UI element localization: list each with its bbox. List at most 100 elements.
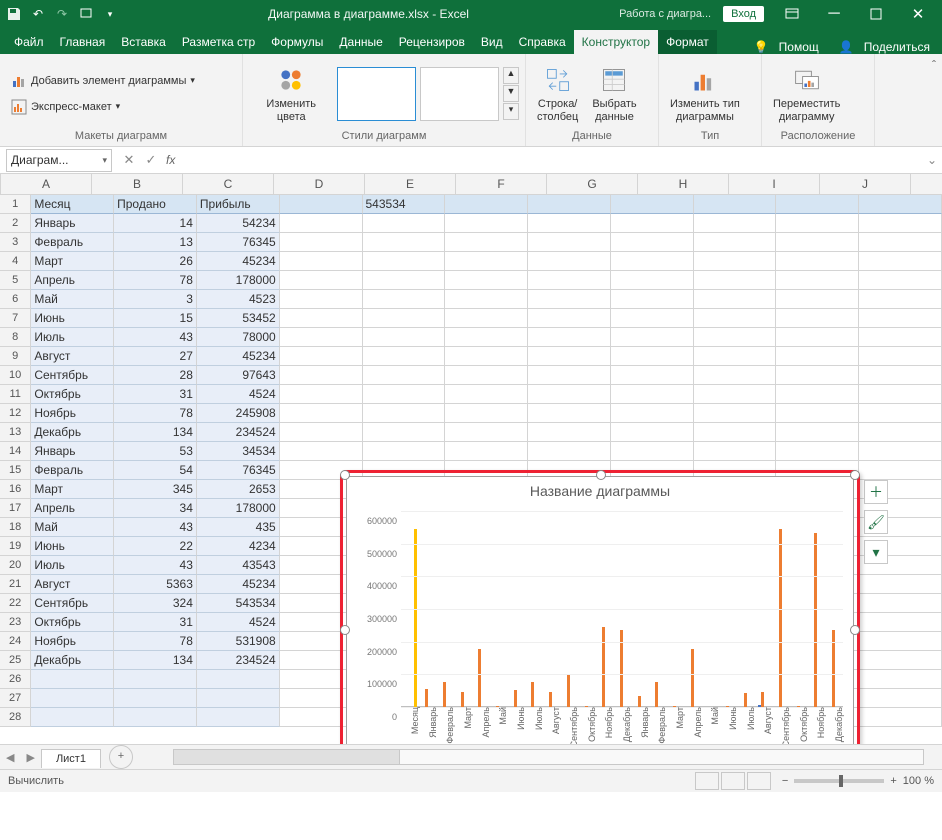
cell[interactable] bbox=[445, 442, 528, 461]
cell[interactable] bbox=[859, 423, 942, 442]
cell[interactable] bbox=[694, 347, 777, 366]
cell[interactable]: 53452 bbox=[197, 309, 280, 328]
cell[interactable] bbox=[694, 290, 777, 309]
cell[interactable]: Декабрь bbox=[31, 423, 114, 442]
cell[interactable]: 78000 bbox=[197, 328, 280, 347]
zoom-in-button[interactable]: + bbox=[890, 775, 896, 787]
cell[interactable]: Ноябрь bbox=[31, 632, 114, 651]
cell[interactable] bbox=[859, 613, 942, 632]
cell[interactable] bbox=[114, 689, 197, 708]
cell[interactable] bbox=[859, 708, 942, 727]
cell[interactable] bbox=[445, 271, 528, 290]
cell[interactable] bbox=[859, 366, 942, 385]
redo-icon[interactable]: ↷ bbox=[54, 6, 70, 22]
zoom-slider[interactable] bbox=[794, 779, 884, 783]
cell[interactable] bbox=[776, 290, 859, 309]
cell[interactable] bbox=[694, 328, 777, 347]
column-header[interactable]: B bbox=[92, 174, 183, 194]
cell[interactable]: 76345 bbox=[197, 233, 280, 252]
zoom-level[interactable]: 100 % bbox=[903, 775, 934, 787]
cell[interactable]: Июль bbox=[31, 556, 114, 575]
cell[interactable] bbox=[694, 423, 777, 442]
cell[interactable] bbox=[694, 233, 777, 252]
tell-me-label[interactable]: Помощ bbox=[779, 40, 819, 54]
gallery-more-icon[interactable]: ▾ bbox=[503, 103, 519, 120]
cell[interactable] bbox=[694, 214, 777, 233]
cell[interactable] bbox=[611, 385, 694, 404]
bar[interactable] bbox=[602, 627, 605, 707]
cell[interactable] bbox=[859, 651, 942, 670]
cell[interactable] bbox=[776, 385, 859, 404]
cell[interactable]: Февраль bbox=[31, 461, 114, 480]
chart-title[interactable]: Название диаграммы bbox=[347, 483, 853, 499]
cell[interactable]: Август bbox=[31, 347, 114, 366]
cell[interactable]: 26 bbox=[114, 252, 197, 271]
cell[interactable] bbox=[859, 632, 942, 651]
row-header[interactable]: 27 bbox=[0, 689, 31, 708]
cell[interactable]: 14 bbox=[114, 214, 197, 233]
cancel-formula-icon[interactable]: ✕ bbox=[118, 152, 140, 168]
cell[interactable]: 76345 bbox=[197, 461, 280, 480]
cell[interactable]: 78 bbox=[114, 632, 197, 651]
cell[interactable] bbox=[363, 328, 446, 347]
row-header[interactable]: 10 bbox=[0, 366, 31, 385]
cell[interactable] bbox=[859, 328, 942, 347]
cell[interactable] bbox=[859, 385, 942, 404]
cell[interactable] bbox=[528, 328, 611, 347]
select-data-button[interactable]: Выбрать данные bbox=[587, 61, 641, 125]
maximize-button[interactable] bbox=[858, 1, 894, 27]
row-header[interactable]: 21 bbox=[0, 575, 31, 594]
cell[interactable] bbox=[280, 195, 363, 214]
cell[interactable]: 234524 bbox=[197, 651, 280, 670]
column-header[interactable]: G bbox=[547, 174, 638, 194]
cell[interactable] bbox=[859, 575, 942, 594]
cell[interactable]: 22 bbox=[114, 537, 197, 556]
cell[interactable] bbox=[445, 328, 528, 347]
cell[interactable] bbox=[363, 309, 446, 328]
cell[interactable] bbox=[280, 271, 363, 290]
tab-insert[interactable]: Вставка bbox=[113, 30, 174, 54]
cell[interactable]: 97643 bbox=[197, 366, 280, 385]
cell[interactable] bbox=[528, 442, 611, 461]
cell[interactable] bbox=[363, 271, 446, 290]
cell[interactable] bbox=[776, 214, 859, 233]
cell[interactable] bbox=[363, 347, 446, 366]
cell[interactable] bbox=[859, 442, 942, 461]
cell[interactable] bbox=[611, 404, 694, 423]
row-header[interactable]: 20 bbox=[0, 556, 31, 575]
cell[interactable] bbox=[363, 252, 446, 271]
bar[interactable] bbox=[443, 682, 446, 707]
cell[interactable] bbox=[694, 404, 777, 423]
cell[interactable]: 345 bbox=[114, 480, 197, 499]
undo-icon[interactable]: ↶ bbox=[30, 6, 46, 22]
cell[interactable] bbox=[445, 195, 528, 214]
cell[interactable] bbox=[776, 233, 859, 252]
cell[interactable] bbox=[611, 252, 694, 271]
expand-formula-bar-icon[interactable]: ⌄ bbox=[922, 153, 942, 167]
cell[interactable]: 31 bbox=[114, 613, 197, 632]
cell[interactable] bbox=[694, 195, 777, 214]
cell[interactable]: 134 bbox=[114, 651, 197, 670]
cell[interactable]: 34534 bbox=[197, 442, 280, 461]
resize-handle-e[interactable] bbox=[850, 625, 860, 635]
cell[interactable]: 54 bbox=[114, 461, 197, 480]
add-chart-element-button[interactable]: Добавить элемент диаграммы▾ bbox=[6, 70, 200, 92]
view-page-layout-icon[interactable] bbox=[721, 772, 745, 790]
row-header[interactable]: 11 bbox=[0, 385, 31, 404]
row-header[interactable]: 3 bbox=[0, 233, 31, 252]
tab-review[interactable]: Рецензиров bbox=[391, 30, 473, 54]
cell[interactable] bbox=[859, 195, 942, 214]
row-header[interactable]: 5 bbox=[0, 271, 31, 290]
cell[interactable] bbox=[197, 689, 280, 708]
cell[interactable]: 3 bbox=[114, 290, 197, 309]
cell[interactable]: Декабрь bbox=[31, 651, 114, 670]
row-header[interactable]: 4 bbox=[0, 252, 31, 271]
cell[interactable]: Прибыль bbox=[197, 195, 280, 214]
cell[interactable] bbox=[280, 347, 363, 366]
tab-layout[interactable]: Разметка стр bbox=[174, 30, 263, 54]
cell[interactable]: 53 bbox=[114, 442, 197, 461]
cell[interactable]: 543534 bbox=[197, 594, 280, 613]
cell[interactable] bbox=[445, 366, 528, 385]
cell[interactable]: Май bbox=[31, 518, 114, 537]
chart-area[interactable]: Название диаграммы 010000020000030000040… bbox=[346, 476, 854, 744]
